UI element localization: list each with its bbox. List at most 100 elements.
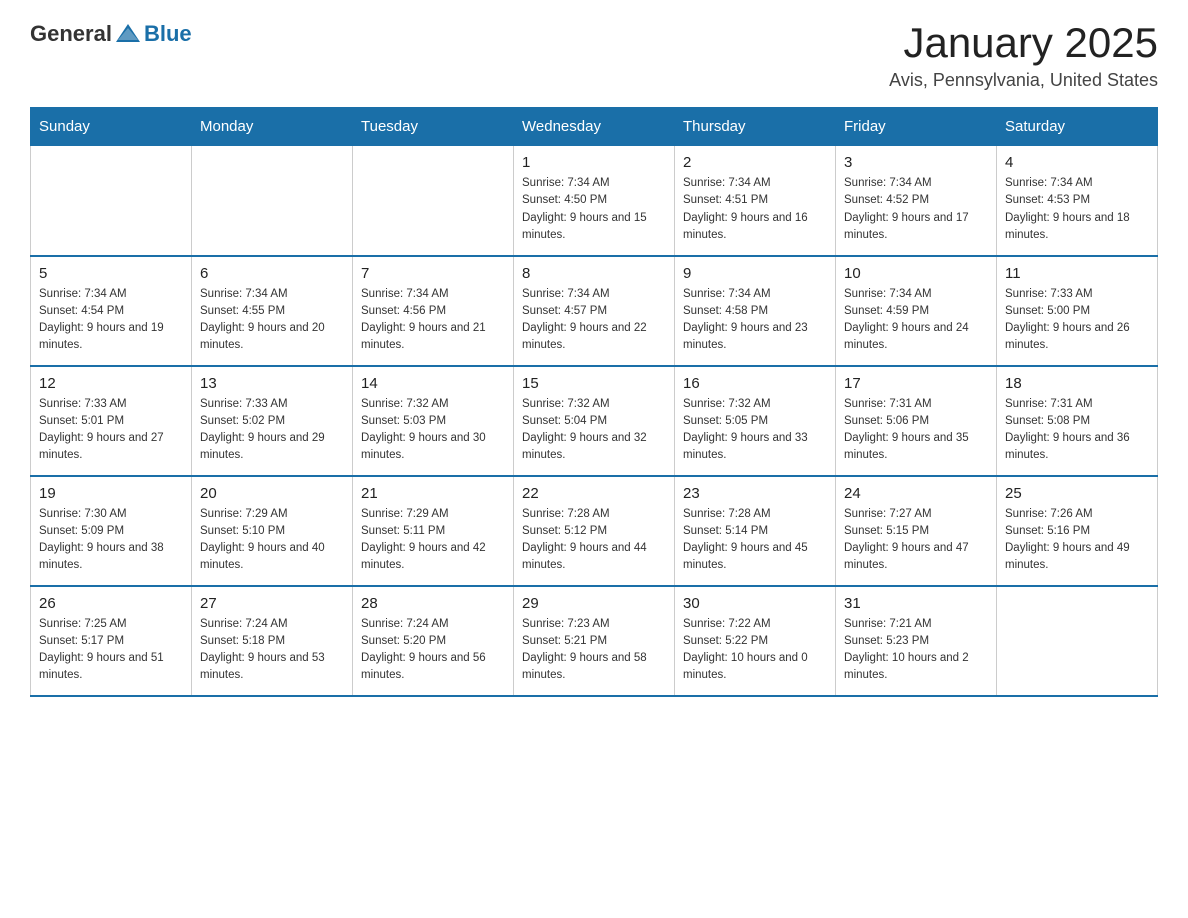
daylight-text: Daylight: 9 hours and 36 minutes. xyxy=(1005,432,1130,461)
calendar-header: Sunday Monday Tuesday Wednesday Thursday… xyxy=(31,108,1158,146)
day-info: Sunrise: 7:22 AMSunset: 5:22 PMDaylight:… xyxy=(683,616,827,685)
day-info: Sunrise: 7:33 AMSunset: 5:00 PMDaylight:… xyxy=(1005,286,1149,355)
calendar-cell: 9Sunrise: 7:34 AMSunset: 4:58 PMDaylight… xyxy=(675,256,836,366)
sunset-text: Sunset: 5:20 PM xyxy=(361,635,446,647)
sunset-text: Sunset: 5:21 PM xyxy=(522,635,607,647)
daylight-text: Daylight: 9 hours and 20 minutes. xyxy=(200,322,325,351)
sunrise-text: Sunrise: 7:24 AM xyxy=(200,618,288,630)
calendar-week-row: 5 Sunrise: 7:34 AM Sunset: 4:54 PM Daylight… xyxy=(31,256,1158,366)
day-info: Sunrise: 7:29 AMSunset: 5:10 PMDaylight:… xyxy=(200,506,344,575)
day-number: 11 xyxy=(1005,265,1149,282)
day-number: 13 xyxy=(200,375,344,392)
day-info: Sunrise: 7:34 AMSunset: 4:54 PMDaylight:… xyxy=(39,286,183,355)
day-number: 21 xyxy=(361,485,505,502)
sunset-text: Sunset: 4:52 PM xyxy=(844,194,929,206)
sunrise-text: Sunrise: 7:34 AM xyxy=(1005,177,1093,189)
header-thursday: Thursday xyxy=(675,108,836,146)
header-row: Sunday Monday Tuesday Wednesday Thursday… xyxy=(31,108,1158,146)
sunrise-text: Sunrise: 7:30 AM xyxy=(39,508,127,520)
sunset-text: Sunset: 5:03 PM xyxy=(361,415,446,427)
daylight-text: Daylight: 9 hours and 45 minutes. xyxy=(683,542,808,571)
sunrise-text: Sunrise: 7:29 AM xyxy=(200,508,288,520)
sunset-text: Sunset: 4:59 PM xyxy=(844,305,929,317)
calendar-cell: 27Sunrise: 7:24 AMSunset: 5:18 PMDayligh… xyxy=(192,586,353,696)
sunset-text: Sunset: 5:09 PM xyxy=(39,525,124,537)
calendar-cell: 17 Sunrise: 7:31 AM Sunset: 5:06 PM Dayligh… xyxy=(836,366,997,476)
day-info: Sunrise: 7:34 AMSunset: 4:59 PMDaylight:… xyxy=(844,286,988,355)
calendar-cell: 4Sunrise: 7:34 AMSunset: 4:53 PMDaylight… xyxy=(997,146,1158,256)
sunrise-text: Sunrise: 7:34 AM xyxy=(39,288,127,300)
header-friday: Friday xyxy=(836,108,997,146)
day-number: 28 xyxy=(361,595,505,612)
day-number: 15 xyxy=(522,375,666,392)
sunset-text: Sunset: 5:06 PM xyxy=(844,415,929,427)
sunset-text: Sunset: 5:12 PM xyxy=(522,525,607,537)
day-number: 19 xyxy=(39,485,183,502)
daylight-text: Daylight: 9 hours and 53 minutes. xyxy=(200,652,325,681)
day-info: Sunrise: 7:23 AMSunset: 5:21 PMDaylight:… xyxy=(522,616,666,685)
daylight-text: Daylight: 9 hours and 23 minutes. xyxy=(683,322,808,351)
daylight-text: Daylight: 9 hours and 21 minutes. xyxy=(361,322,486,351)
day-number: 17 xyxy=(844,375,988,392)
sunrise-text: Sunrise: 7:33 AM xyxy=(39,398,127,410)
sunset-text: Sunset: 5:05 PM xyxy=(683,415,768,427)
day-info: Sunrise: 7:34 AM Sunset: 4:58 PM Daylight:… xyxy=(683,286,827,355)
day-number: 12 xyxy=(39,375,183,392)
day-number: 2 xyxy=(683,154,827,171)
calendar-cell: 18Sunrise: 7:31 AMSunset: 5:08 PMDayligh… xyxy=(997,366,1158,476)
sunset-text: Sunset: 4:55 PM xyxy=(200,305,285,317)
sunrise-text: Sunrise: 7:34 AM xyxy=(200,288,288,300)
day-info: Sunrise: 7:28 AMSunset: 5:12 PMDaylight:… xyxy=(522,506,666,575)
day-info: Sunrise: 7:32 AMSunset: 5:03 PMDaylight:… xyxy=(361,396,505,465)
header-tuesday: Tuesday xyxy=(353,108,514,146)
day-number: 1 xyxy=(522,154,666,171)
sunrise-text: Sunrise: 7:31 AM xyxy=(1005,398,1093,410)
sunset-text: Sunset: 4:54 PM xyxy=(39,305,124,317)
sunrise-text: Sunrise: 7:23 AM xyxy=(522,618,610,630)
title-section: January 2025 Avis, Pennsylvania, United … xyxy=(889,20,1158,91)
logo-text-blue: Blue xyxy=(144,21,192,47)
sunrise-text: Sunrise: 7:33 AM xyxy=(1005,288,1093,300)
calendar-cell: 20Sunrise: 7:29 AMSunset: 5:10 PMDayligh… xyxy=(192,476,353,586)
day-number: 5 xyxy=(39,265,183,282)
calendar-cell: 14Sunrise: 7:32 AMSunset: 5:03 PMDayligh… xyxy=(353,366,514,476)
sunset-text: Sunset: 5:15 PM xyxy=(844,525,929,537)
day-number: 29 xyxy=(522,595,666,612)
daylight-text: Daylight: 9 hours and 33 minutes. xyxy=(683,432,808,461)
page-header: General Blue January 2025 Avis, Pennsylv… xyxy=(30,20,1158,91)
daylight-text: Daylight: 9 hours and 15 minutes. xyxy=(522,212,647,241)
calendar-cell: 10Sunrise: 7:34 AMSunset: 4:59 PMDayligh… xyxy=(836,256,997,366)
calendar-cell: 28Sunrise: 7:24 AMSunset: 5:20 PMDayligh… xyxy=(353,586,514,696)
day-number: 26 xyxy=(39,595,183,612)
sunset-text: Sunset: 4:58 PM xyxy=(683,305,768,317)
sunset-text: Sunset: 5:23 PM xyxy=(844,635,929,647)
daylight-text: Daylight: 9 hours and 35 minutes. xyxy=(844,432,969,461)
sunset-text: Sunset: 4:50 PM xyxy=(522,194,607,206)
calendar-week-row: 19 Sunrise: 7:30 AM Sunset: 5:09 PM Dayligh… xyxy=(31,476,1158,586)
day-number: 6 xyxy=(200,265,344,282)
daylight-text: Daylight: 9 hours and 32 minutes. xyxy=(522,432,647,461)
daylight-text: Daylight: 9 hours and 17 minutes. xyxy=(844,212,969,241)
day-info: Sunrise: 7:25 AMSunset: 5:17 PMDaylight:… xyxy=(39,616,183,685)
sunrise-text: Sunrise: 7:29 AM xyxy=(361,508,449,520)
daylight-text: Daylight: 9 hours and 47 minutes. xyxy=(844,542,969,571)
sunrise-text: Sunrise: 7:28 AM xyxy=(683,508,771,520)
sunset-text: Sunset: 5:08 PM xyxy=(1005,415,1090,427)
sunrise-text: Sunrise: 7:34 AM xyxy=(683,288,771,300)
sunrise-text: Sunrise: 7:31 AM xyxy=(844,398,932,410)
sunset-text: Sunset: 5:16 PM xyxy=(1005,525,1090,537)
sunrise-text: Sunrise: 7:26 AM xyxy=(1005,508,1093,520)
daylight-text: Daylight: 9 hours and 24 minutes. xyxy=(844,322,969,351)
day-info: Sunrise: 7:33 AMSunset: 5:01 PMDaylight:… xyxy=(39,396,183,465)
sunset-text: Sunset: 5:11 PM xyxy=(361,525,445,537)
sunset-text: Sunset: 5:00 PM xyxy=(1005,305,1090,317)
sunrise-text: Sunrise: 7:34 AM xyxy=(683,177,771,189)
day-number: 8 xyxy=(522,265,666,282)
sunset-text: Sunset: 4:53 PM xyxy=(1005,194,1090,206)
day-number: 4 xyxy=(1005,154,1149,171)
day-info: Sunrise: 7:34 AMSunset: 4:57 PMDaylight:… xyxy=(522,286,666,355)
sunset-text: Sunset: 5:22 PM xyxy=(683,635,768,647)
logo: General Blue xyxy=(30,20,192,48)
sunrise-text: Sunrise: 7:34 AM xyxy=(844,177,932,189)
calendar-week-row: 1 Sunrise: 7:34 AM Sunset: 4:50 PM Daylight… xyxy=(31,146,1158,256)
